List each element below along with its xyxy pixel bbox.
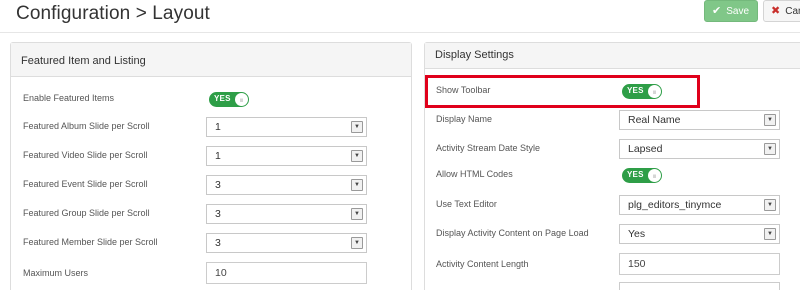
featured-event-label: Featured Event Slide per Scroll xyxy=(23,179,148,189)
chevron-down-icon: ▼ xyxy=(764,228,776,240)
chevron-down-icon: ▼ xyxy=(351,150,363,162)
chevron-down-icon: ▼ xyxy=(351,237,363,249)
allow-html-toggle[interactable]: YES ||| xyxy=(622,168,662,183)
date-style-row: Activity Stream Date Style Lapsed ▼ xyxy=(425,139,800,163)
activity-on-load-select[interactable]: Yes ▼ xyxy=(619,224,780,244)
enable-featured-row: Enable Featured Items YES ||| xyxy=(11,89,411,113)
featured-item-panel: Featured Item and Listing Enable Feature… xyxy=(10,42,412,290)
activity-on-load-value: Yes xyxy=(628,228,646,240)
allow-html-row: Allow HTML Codes YES ||| xyxy=(425,165,800,189)
chevron-down-icon: ▼ xyxy=(764,114,776,126)
text-editor-select[interactable]: plg_editors_tinymce ▼ xyxy=(619,195,780,215)
text-editor-row: Use Text Editor plg_editors_tinymce ▼ xyxy=(425,195,800,219)
toggle-knob-icon: ||| xyxy=(648,169,661,182)
featured-album-row: Featured Album Slide per Scroll 1 ▼ xyxy=(11,117,411,141)
text-editor-label: Use Text Editor xyxy=(436,199,497,209)
featured-group-select[interactable]: 3 ▼ xyxy=(206,204,367,224)
activity-on-load-row: Display Activity Content on Page Load Ye… xyxy=(425,224,800,248)
activity-on-load-label: Display Activity Content on Page Load xyxy=(436,228,589,238)
chevron-down-icon: ▼ xyxy=(351,208,363,220)
featured-group-value: 3 xyxy=(215,208,221,220)
toggle-text: YES xyxy=(627,170,644,179)
chevron-down-icon: ▼ xyxy=(351,121,363,133)
featured-group-label: Featured Group Slide per Scroll xyxy=(23,208,150,218)
close-icon: ✖ xyxy=(771,4,781,17)
featured-group-row: Featured Group Slide per Scroll 3 ▼ xyxy=(11,204,411,228)
featured-member-value: 3 xyxy=(215,237,221,249)
display-name-row: Display Name Real Name ▼ xyxy=(425,110,800,134)
maximum-users-input[interactable]: 10 xyxy=(206,262,367,284)
allow-html-label: Allow HTML Codes xyxy=(436,169,513,179)
date-style-value: Lapsed xyxy=(628,143,663,155)
display-name-value: Real Name xyxy=(628,114,681,126)
featured-video-value: 1 xyxy=(215,150,221,162)
highlight-box xyxy=(425,75,700,108)
featured-event-row: Featured Event Slide per Scroll 3 ▼ xyxy=(11,175,411,199)
content-length-row: Activity Content Length 150 xyxy=(425,253,800,277)
display-name-select[interactable]: Real Name ▼ xyxy=(619,110,780,130)
chevron-down-icon: ▼ xyxy=(764,199,776,211)
featured-video-label: Featured Video Slide per Scroll xyxy=(23,150,148,160)
featured-event-select[interactable]: 3 ▼ xyxy=(206,175,367,195)
featured-album-select[interactable]: 1 ▼ xyxy=(206,117,367,137)
maximum-users-row: Maximum Users 10 xyxy=(11,262,411,286)
display-name-label: Display Name xyxy=(436,114,493,124)
toggle-knob-icon: ||| xyxy=(235,93,248,106)
featured-album-label: Featured Album Slide per Scroll xyxy=(23,121,150,131)
chevron-down-icon: ▼ xyxy=(351,179,363,191)
chevron-down-icon: ▼ xyxy=(764,143,776,155)
cancel-button-label: Cancel xyxy=(785,5,800,17)
featured-event-value: 3 xyxy=(215,179,221,191)
featured-member-row: Featured Member Slide per Scroll 3 ▼ xyxy=(11,233,411,257)
featured-member-label: Featured Member Slide per Scroll xyxy=(23,237,158,247)
maximum-users-label: Maximum Users xyxy=(23,268,89,278)
featured-video-select[interactable]: 1 ▼ xyxy=(206,146,367,166)
cancel-button[interactable]: ✖ Cancel xyxy=(763,0,800,22)
featured-video-row: Featured Video Slide per Scroll 1 ▼ xyxy=(11,146,411,170)
content-length-label: Activity Content Length xyxy=(436,259,529,269)
page-title: Configuration > Layout xyxy=(16,3,210,24)
next-field-input[interactable] xyxy=(619,282,780,290)
enable-featured-toggle[interactable]: YES ||| xyxy=(209,92,249,107)
date-style-select[interactable]: Lapsed ▼ xyxy=(619,139,780,159)
save-button[interactable]: ✔ Save xyxy=(704,0,758,22)
display-settings-panel-title: Display Settings xyxy=(425,43,800,69)
enable-featured-label: Enable Featured Items xyxy=(23,93,115,103)
check-icon: ✔ xyxy=(712,4,722,17)
featured-album-value: 1 xyxy=(215,121,221,133)
date-style-label: Activity Stream Date Style xyxy=(436,143,541,153)
title-divider xyxy=(0,32,800,33)
featured-member-select[interactable]: 3 ▼ xyxy=(206,233,367,253)
content-length-input[interactable]: 150 xyxy=(619,253,780,275)
text-editor-value: plg_editors_tinymce xyxy=(628,199,722,211)
save-button-label: Save xyxy=(726,5,750,17)
toggle-text: YES xyxy=(214,94,231,103)
featured-item-panel-title: Featured Item and Listing xyxy=(11,43,411,77)
